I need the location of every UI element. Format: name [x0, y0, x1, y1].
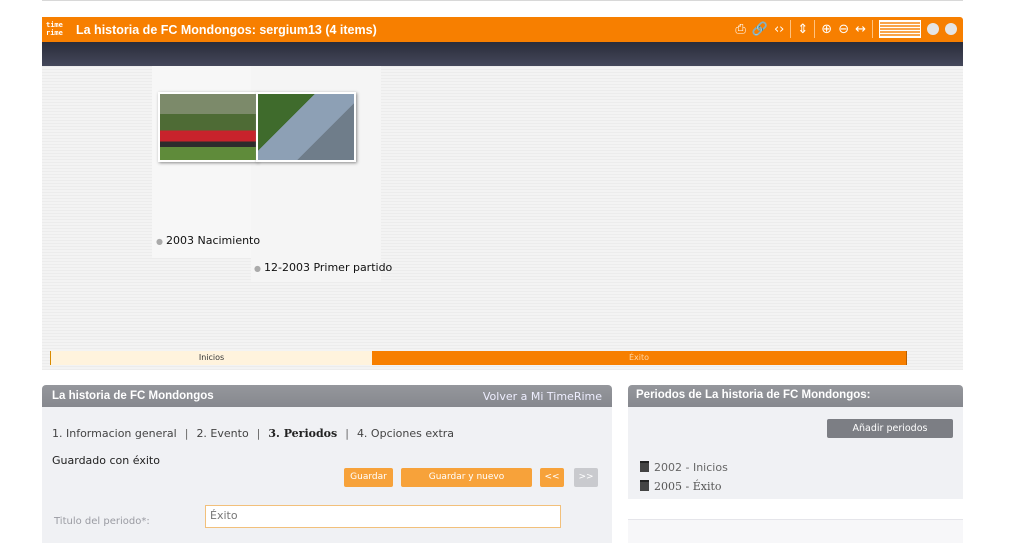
step-periods[interactable]: 3. Periodos — [268, 427, 337, 440]
top-divider — [42, 0, 963, 1]
event-bullet-icon: ● — [156, 237, 163, 246]
period-inicios[interactable]: Inicios — [50, 351, 372, 365]
step-extra-options[interactable]: 4. Opciones extra — [357, 427, 454, 440]
match-photo[interactable] — [256, 92, 356, 162]
timeline-event[interactable]: ● 12-2003 Primer partido — [254, 261, 392, 274]
close-icon[interactable] — [945, 23, 957, 35]
save-button[interactable]: Guardar — [344, 468, 393, 487]
event-label: 12-2003 Primer partido — [263, 261, 393, 274]
timeline-scale-bar — [42, 42, 963, 66]
period-list-item[interactable]: 2002 - Inicios — [640, 461, 728, 474]
step-event[interactable]: 2. Evento — [196, 427, 248, 440]
period-exito[interactable]: Éxito — [372, 351, 907, 365]
logo-top-text: time — [46, 21, 63, 29]
timeline-toolbar: ⎙ 🔗 ‹› ⇕ ⊕ ⊖ ↔ — [735, 20, 957, 38]
event-bullet-icon: ● — [254, 264, 261, 273]
event-label: 2003 Nacimiento — [165, 234, 261, 247]
periods-panel-title: Periodos de La historia de FC Mondongos: — [628, 385, 963, 407]
vertical-resize-icon[interactable]: ⇕ — [797, 22, 808, 37]
timerime-logo[interactable]: time rime — [42, 17, 66, 42]
toolbar-divider — [790, 20, 792, 38]
period-title-input[interactable]: Éxito — [205, 505, 561, 528]
print-icon[interactable]: ⎙ — [735, 22, 745, 37]
next-button[interactable]: >> — [574, 468, 598, 487]
zoom-in-icon[interactable]: ⊕ — [821, 22, 832, 37]
team-photo[interactable] — [158, 92, 258, 162]
step-navigation: 1. Informacion general | 2. Evento | 3. Peri… — [52, 427, 454, 440]
step-separator: | — [184, 427, 189, 440]
period-item-label: 2002 - Inicios — [654, 461, 728, 474]
back-link[interactable]: Volver a Mi TimeRime — [483, 390, 602, 403]
period-item-label: 2005 - Éxito — [654, 480, 722, 493]
step-separator: | — [345, 427, 349, 440]
period-bar: Inicios Éxito — [50, 351, 907, 365]
previous-button[interactable]: << — [540, 468, 564, 487]
trash-icon[interactable] — [640, 480, 649, 491]
timeline-title: La historia de FC Mondongos: sergium13 (… — [76, 22, 377, 37]
lines-icon[interactable] — [879, 20, 921, 38]
toolbar-divider — [872, 20, 873, 38]
embed-code-icon[interactable]: ‹› — [774, 22, 784, 37]
trash-icon[interactable] — [640, 461, 649, 472]
secondary-panel — [628, 519, 963, 543]
link-icon[interactable]: 🔗 — [752, 22, 768, 37]
timeline-event[interactable]: ● 2003 Nacimiento — [156, 234, 260, 247]
form-header: La historia de FC Mondongos Volver a Mi … — [42, 385, 612, 407]
form-body: 1. Informacion general | 2. Evento | 3. Peri… — [42, 407, 612, 543]
periods-panel: Añadir periodos 2002 - Inicios 2005 - Éx… — [628, 407, 963, 499]
step-separator: | — [256, 427, 261, 440]
minimize-icon[interactable] — [927, 23, 939, 35]
toolbar-divider — [814, 20, 816, 38]
step-general-info[interactable]: 1. Informacion general — [52, 427, 177, 440]
saved-message: Guardado con éxito — [52, 454, 160, 467]
horizontal-resize-icon[interactable]: ↔ — [855, 22, 866, 37]
period-title-label: Titulo del periodo*: — [54, 516, 150, 527]
period-list-item[interactable]: 2005 - Éxito — [640, 480, 722, 493]
zoom-out-icon[interactable]: ⊖ — [838, 22, 849, 37]
logo-bottom-text: rime — [46, 29, 63, 37]
form-title: La historia de FC Mondongos — [52, 390, 214, 402]
add-periods-button[interactable]: Añadir periodos — [827, 419, 953, 438]
save-and-new-button[interactable]: Guardar y nuevo — [401, 468, 532, 487]
timeline-canvas[interactable]: ● 2003 Nacimiento ● 12-2003 Primer partido… — [42, 66, 963, 370]
timeline-header: time rime La historia de FC Mondongos: se… — [42, 17, 963, 42]
